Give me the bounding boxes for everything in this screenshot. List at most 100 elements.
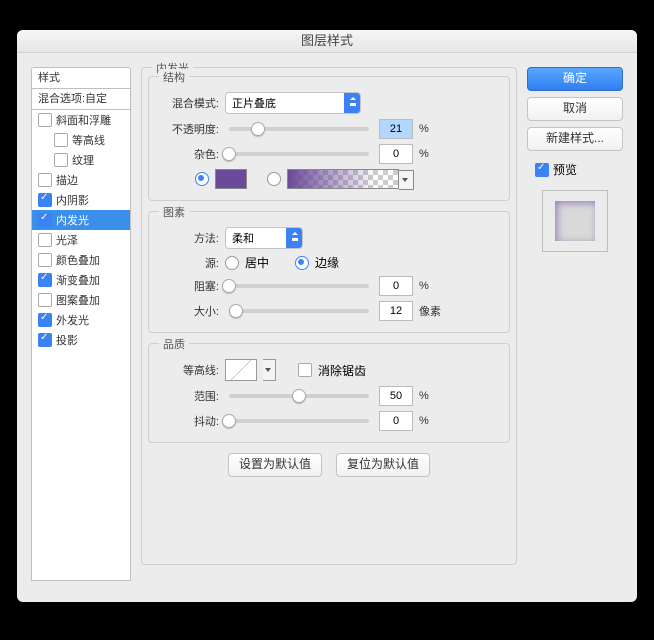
anti-alias-checkbox[interactable] bbox=[298, 363, 312, 377]
set-default-button[interactable]: 设置为默认值 bbox=[228, 453, 322, 477]
source-edge-label: 边缘 bbox=[315, 254, 339, 271]
style-checkbox[interactable] bbox=[54, 133, 68, 147]
slider-thumb[interactable] bbox=[229, 304, 243, 318]
style-checkbox[interactable] bbox=[38, 293, 52, 307]
contour-dropdown[interactable] bbox=[263, 359, 276, 381]
gradient-swatch[interactable] bbox=[287, 169, 399, 189]
style-label: 描边 bbox=[56, 172, 78, 188]
style-item[interactable]: 等高线 bbox=[32, 130, 130, 150]
slider-thumb[interactable] bbox=[292, 389, 306, 403]
style-checkbox[interactable] bbox=[38, 213, 52, 227]
source-edge-radio[interactable] bbox=[295, 256, 309, 270]
style-item[interactable]: 内阴影 bbox=[32, 190, 130, 210]
source-center-label: 居中 bbox=[245, 254, 269, 271]
style-item[interactable]: 光泽 bbox=[32, 230, 130, 250]
reset-default-button[interactable]: 复位为默认值 bbox=[336, 453, 430, 477]
slider-thumb[interactable] bbox=[222, 147, 236, 161]
choke-input[interactable]: 0 bbox=[379, 276, 413, 296]
structure-group: 结构 混合模式: 正片叠底 不透明度: 21 % 杂色: 0 bbox=[148, 76, 510, 201]
jitter-slider[interactable] bbox=[229, 419, 369, 423]
elements-group: 图素 方法: 柔和 源: 居中 边缘 阻塞: bbox=[148, 211, 510, 333]
titlebar: 图层样式 bbox=[17, 30, 637, 53]
percent-unit: % bbox=[419, 415, 443, 427]
style-item[interactable]: 图案叠加 bbox=[32, 290, 130, 310]
opacity-input[interactable]: 21 bbox=[379, 119, 413, 139]
noise-label: 杂色: bbox=[159, 146, 219, 162]
blend-mode-select[interactable]: 正片叠底 bbox=[225, 92, 361, 114]
gradient-dropdown[interactable] bbox=[399, 170, 414, 190]
color-radio-solid[interactable] bbox=[195, 172, 209, 186]
style-item[interactable]: 渐变叠加 bbox=[32, 270, 130, 290]
opacity-label: 不透明度: bbox=[159, 121, 219, 137]
style-label: 内发光 bbox=[56, 212, 89, 228]
source-center-radio[interactable] bbox=[225, 256, 239, 270]
elements-title: 图素 bbox=[159, 204, 189, 220]
cancel-button[interactable]: 取消 bbox=[527, 97, 623, 121]
style-item[interactable]: 纹理 bbox=[32, 150, 130, 170]
slider-thumb[interactable] bbox=[251, 122, 265, 136]
styles-column: 样式 混合选项:自定 斜面和浮雕等高线纹理描边内阴影内发光光泽颜色叠加渐变叠加图… bbox=[31, 67, 131, 589]
style-label: 渐变叠加 bbox=[56, 272, 100, 288]
style-checkbox[interactable] bbox=[38, 313, 52, 327]
action-column: 确定 取消 新建样式... 预览 bbox=[527, 67, 623, 589]
color-swatch[interactable] bbox=[215, 169, 247, 189]
contour-label: 等高线: bbox=[159, 362, 219, 378]
preview-box bbox=[542, 190, 608, 252]
style-label: 内阴影 bbox=[56, 192, 89, 208]
px-unit: 像素 bbox=[419, 303, 443, 319]
preview-checkbox[interactable] bbox=[535, 163, 549, 177]
style-item[interactable]: 描边 bbox=[32, 170, 130, 190]
styles-list: 斜面和浮雕等高线纹理描边内阴影内发光光泽颜色叠加渐变叠加图案叠加外发光投影 bbox=[31, 110, 131, 581]
range-label: 范围: bbox=[159, 388, 219, 404]
percent-unit: % bbox=[419, 390, 443, 402]
opacity-slider[interactable] bbox=[229, 127, 369, 131]
new-style-button[interactable]: 新建样式... bbox=[527, 127, 623, 151]
size-input[interactable]: 12 bbox=[379, 301, 413, 321]
anti-alias-label: 消除锯齿 bbox=[318, 362, 366, 379]
style-item[interactable]: 内发光 bbox=[32, 210, 130, 230]
contour-picker[interactable] bbox=[225, 359, 257, 381]
size-slider[interactable] bbox=[229, 309, 369, 313]
style-checkbox[interactable] bbox=[38, 113, 52, 127]
style-label: 图案叠加 bbox=[56, 292, 100, 308]
style-item[interactable]: 颜色叠加 bbox=[32, 250, 130, 270]
style-checkbox[interactable] bbox=[38, 273, 52, 287]
jitter-label: 抖动: bbox=[159, 413, 219, 429]
structure-title: 结构 bbox=[159, 69, 189, 85]
range-input[interactable]: 50 bbox=[379, 386, 413, 406]
color-radio-gradient[interactable] bbox=[267, 172, 281, 186]
choke-label: 阻塞: bbox=[159, 278, 219, 294]
inner-glow-panel: 内发光 结构 混合模式: 正片叠底 不透明度: 21 % 杂色: bbox=[141, 67, 517, 565]
dialog-window: 图层样式 样式 混合选项:自定 斜面和浮雕等高线纹理描边内阴影内发光光泽颜色叠加… bbox=[17, 30, 637, 602]
quality-title: 品质 bbox=[159, 336, 189, 352]
noise-slider[interactable] bbox=[229, 152, 369, 156]
jitter-input[interactable]: 0 bbox=[379, 411, 413, 431]
style-item[interactable]: 外发光 bbox=[32, 310, 130, 330]
style-item[interactable]: 投影 bbox=[32, 330, 130, 350]
range-slider[interactable] bbox=[229, 394, 369, 398]
choke-slider[interactable] bbox=[229, 284, 369, 288]
style-checkbox[interactable] bbox=[38, 253, 52, 267]
style-label: 颜色叠加 bbox=[56, 252, 100, 268]
window-title: 图层样式 bbox=[301, 33, 353, 48]
style-item[interactable]: 斜面和浮雕 bbox=[32, 110, 130, 130]
percent-unit: % bbox=[419, 148, 443, 160]
style-label: 光泽 bbox=[56, 232, 78, 248]
style-checkbox[interactable] bbox=[54, 153, 68, 167]
style-label: 纹理 bbox=[72, 152, 94, 168]
ok-button[interactable]: 确定 bbox=[527, 67, 623, 91]
slider-thumb[interactable] bbox=[222, 279, 236, 293]
blend-options-row[interactable]: 混合选项:自定 bbox=[31, 88, 131, 110]
slider-thumb[interactable] bbox=[222, 414, 236, 428]
method-select[interactable]: 柔和 bbox=[225, 227, 303, 249]
style-label: 外发光 bbox=[56, 312, 89, 328]
style-checkbox[interactable] bbox=[38, 333, 52, 347]
noise-input[interactable]: 0 bbox=[379, 144, 413, 164]
blend-mode-label: 混合模式: bbox=[159, 95, 219, 111]
styles-header[interactable]: 样式 bbox=[31, 67, 131, 88]
method-label: 方法: bbox=[159, 230, 219, 246]
preview-thumbnail bbox=[555, 201, 595, 241]
style-checkbox[interactable] bbox=[38, 233, 52, 247]
style-checkbox[interactable] bbox=[38, 173, 52, 187]
style-checkbox[interactable] bbox=[38, 193, 52, 207]
